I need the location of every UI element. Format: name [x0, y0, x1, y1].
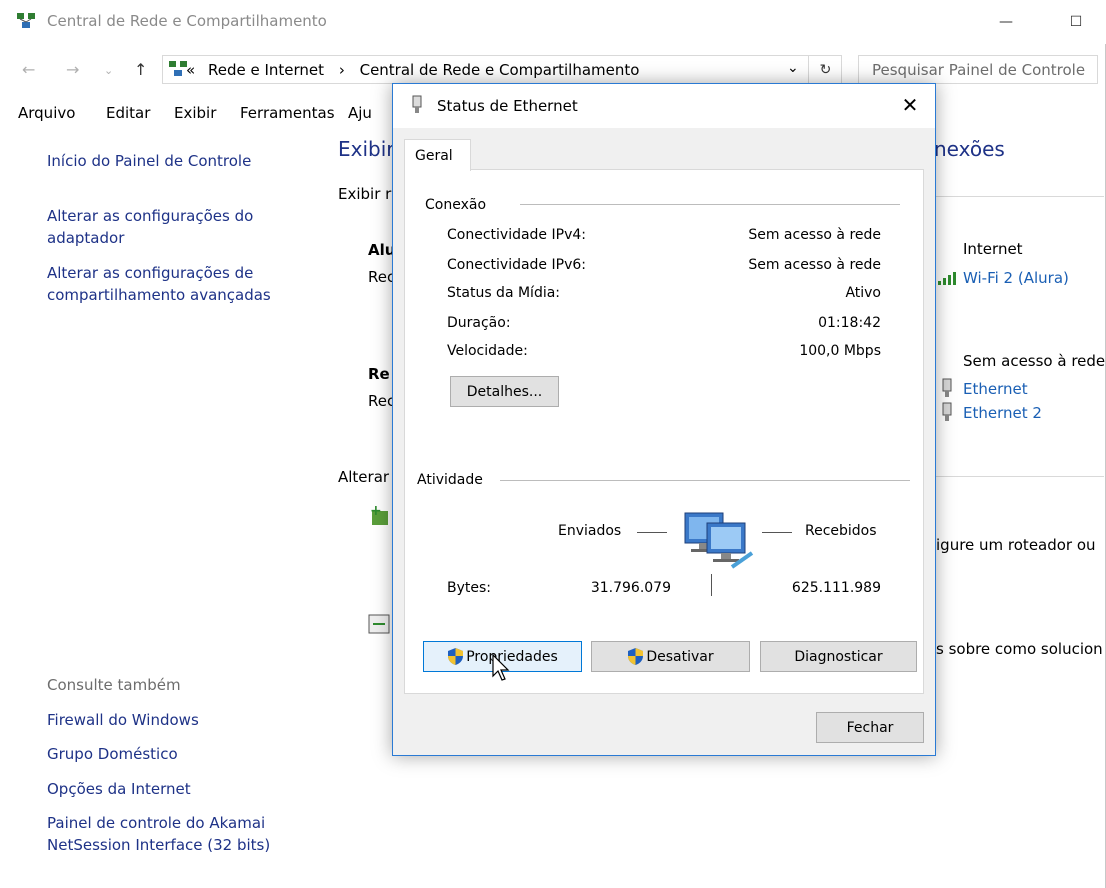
content-sub: Exibir r: [338, 185, 392, 203]
refresh-button[interactable]: ↻: [808, 55, 842, 84]
router-text: igure um roteador ou: [936, 536, 1096, 554]
conexao-divider: [520, 204, 900, 205]
wifi-signal-icon: [936, 270, 958, 286]
dialog-title: Status de Ethernet: [437, 97, 578, 115]
mouse-cursor-icon: [492, 654, 510, 681]
control-panel-home-link[interactable]: Início do Painel de Controle: [47, 150, 307, 172]
media-status-label: Status da Mídia:: [447, 285, 561, 301]
duration-label: Duração:: [447, 315, 511, 331]
shield-icon: [628, 648, 644, 665]
media-status-value: Ativo: [845, 285, 881, 301]
ipv6-value: Sem acesso à rede: [748, 257, 881, 273]
ethernet-icon: [940, 378, 954, 398]
search-input[interactable]: Pesquisar Painel de Controle: [858, 55, 1098, 84]
network2-name: Re: [368, 365, 390, 383]
content-heading-left: Exibir: [338, 137, 395, 161]
access-type-internet: Internet: [963, 240, 1023, 258]
section-divider-top: [936, 196, 1104, 197]
breadcrumb-chevrons[interactable]: «: [186, 61, 195, 79]
ethernet-status-dialog: Status de Ethernet ✕ Geral Conexão Conec…: [392, 83, 936, 756]
sent-label: Enviados: [558, 523, 622, 539]
back-arrow-icon[interactable]: ←: [22, 60, 35, 79]
see-also-label: Consulte também: [47, 676, 181, 694]
internet-options-link[interactable]: Opções da Internet: [47, 778, 191, 800]
svg-text:+: +: [370, 503, 382, 519]
received-line: [762, 532, 792, 533]
ethernet-title-icon: [412, 95, 422, 113]
ethernet-link[interactable]: Ethernet: [963, 380, 1028, 398]
menu-ferramentas[interactable]: Ferramentas: [240, 104, 335, 122]
maximize-button[interactable]: ☐: [1053, 8, 1099, 36]
alter-section: Alterar: [338, 468, 390, 486]
address-network-icon: [169, 61, 187, 76]
content-heading-right: nexões: [934, 137, 1005, 161]
tab-geral[interactable]: Geral: [404, 139, 471, 171]
firewall-link[interactable]: Firewall do Windows: [47, 709, 199, 731]
title-bar: Central de Rede e Compartilhamento — ☐: [0, 0, 1106, 44]
change-sharing-settings-link[interactable]: Alterar as configurações de compartilham…: [47, 262, 307, 306]
breadcrumb-central[interactable]: Central de Rede e Compartilhamento: [360, 61, 640, 79]
disable-button-label: Desativar: [646, 648, 714, 665]
homegroup-link[interactable]: Grupo Doméstico: [47, 743, 178, 765]
shield-icon: [448, 648, 464, 665]
sent-line: [637, 532, 667, 533]
bytes-label: Bytes:: [447, 580, 492, 596]
bytes-sent-value: 31.796.079: [590, 580, 671, 596]
recent-dropdown-icon[interactable]: ⌄: [104, 64, 113, 77]
menu-arquivo[interactable]: Arquivo: [18, 104, 75, 122]
network-center-icon: [17, 13, 35, 28]
breadcrumb-separator: ›: [338, 61, 345, 79]
access-type-none: Sem acesso à rede: [963, 352, 1106, 370]
change-adapter-settings-link[interactable]: Alterar as configurações do adaptador: [47, 205, 292, 249]
minimize-button[interactable]: —: [983, 8, 1029, 36]
network-activity-icon: [677, 505, 767, 575]
new-connection-icon[interactable]: +: [368, 503, 390, 533]
received-label: Recebidos: [805, 523, 877, 539]
window-title: Central de Rede e Compartilhamento: [47, 12, 327, 30]
duration-value: 01:18:42: [818, 315, 881, 331]
address-dropdown-icon[interactable]: ⌄: [787, 60, 799, 76]
bytes-received-value: 625.111.989: [791, 580, 881, 596]
ipv6-label: Conectividade IPv6:: [447, 257, 586, 273]
ethernet2-icon: [940, 402, 954, 422]
breadcrumb-rede-internet[interactable]: Rede e Internet: [208, 61, 324, 79]
menu-ajuda[interactable]: Aju: [348, 104, 372, 122]
details-button[interactable]: Detalhes...: [450, 376, 559, 407]
disable-button[interactable]: Desativar: [591, 641, 750, 672]
bytes-divider: [711, 574, 712, 596]
section-divider: [936, 476, 1104, 477]
up-arrow-icon[interactable]: ↑: [134, 60, 147, 79]
dialog-title-bar: Status de Ethernet ✕: [393, 84, 935, 128]
akamai-link[interactable]: Painel de controle do Akamai NetSession …: [47, 812, 307, 856]
solve-text: s sobre como solucion: [936, 640, 1103, 658]
dialog-close-icon[interactable]: ✕: [897, 92, 923, 118]
menu-editar[interactable]: Editar: [106, 104, 150, 122]
ipv4-label: Conectividade IPv4:: [447, 227, 586, 243]
conexao-label: Conexão: [425, 197, 493, 213]
atividade-divider: [500, 480, 910, 481]
speed-label: Velocidade:: [447, 343, 528, 359]
diagnose-button[interactable]: Diagnosticar: [760, 641, 917, 672]
atividade-label: Atividade: [417, 472, 489, 488]
forward-arrow-icon[interactable]: →: [66, 60, 79, 79]
close-button[interactable]: Fechar: [816, 712, 924, 743]
tab-panel: Conexão Conectividade IPv4: Sem acesso à…: [404, 169, 924, 694]
breadcrumb: « Rede e Internet › Central de Rede e Co…: [186, 61, 639, 79]
wifi-connection-link[interactable]: Wi-Fi 2 (Alura): [963, 269, 1069, 287]
ethernet2-link[interactable]: Ethernet 2: [963, 404, 1042, 422]
ipv4-value: Sem acesso à rede: [748, 227, 881, 243]
speed-value: 100,0 Mbps: [799, 343, 881, 359]
troubleshoot-icon[interactable]: [368, 612, 390, 638]
menu-exibir[interactable]: Exibir: [174, 104, 216, 122]
